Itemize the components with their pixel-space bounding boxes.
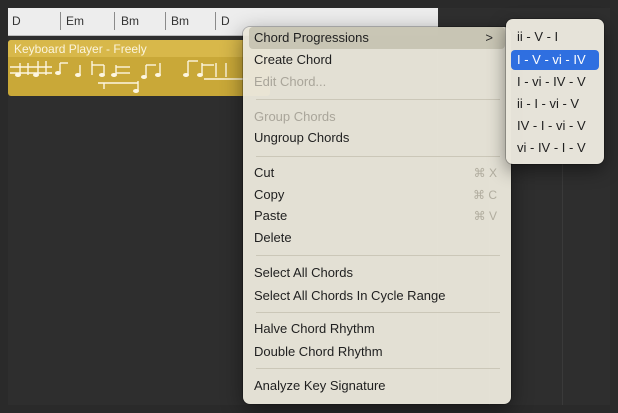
keyboard-region[interactable]: Keyboard Player - Freely <box>8 40 270 96</box>
submenu-item-ii-v-i[interactable]: ii - V - I <box>511 27 599 47</box>
submenu-item-i-vi-iv-v[interactable]: I - vi - IV - V <box>511 72 599 92</box>
menu-separator <box>256 255 500 256</box>
menu-item-label: Select All Chords <box>254 265 353 280</box>
menu-item-label: Paste <box>254 208 288 223</box>
chord-divider <box>114 12 115 30</box>
chord-divider <box>60 12 61 30</box>
menu-item-label: Ungroup Chords <box>254 130 350 145</box>
chord-divider <box>215 12 216 30</box>
chord-label[interactable]: D <box>12 14 21 28</box>
submenu-item-i-v-vi-iv[interactable]: I - V - vi - IV <box>511 50 599 70</box>
menu-separator <box>256 368 500 369</box>
chord-label[interactable]: Bm <box>121 14 139 28</box>
menu-item-label: Copy <box>254 187 285 202</box>
submenu-item-label: vi - IV - I - V <box>517 140 586 155</box>
menu-item-label: Group Chords <box>254 109 336 124</box>
submenu-item-label: I - V - vi - IV <box>517 52 586 67</box>
submenu-item-label: ii - I - vi - V <box>517 96 580 111</box>
chord-label[interactable]: Em <box>66 14 84 28</box>
chord-context-menu: Chord Progressions > Create Chord Edit C… <box>243 27 511 404</box>
region-name: Keyboard Player - Freely <box>14 42 147 56</box>
menu-item-delete[interactable]: Delete <box>249 227 505 249</box>
menu-item-label: Halve Chord Rhythm <box>254 321 375 336</box>
menu-item-label: Edit Chord... <box>254 74 327 89</box>
chevron-right-icon: > <box>485 30 493 45</box>
shortcut-label: ⌘ V <box>473 209 497 223</box>
menu-separator <box>256 99 500 100</box>
chord-progressions-submenu: ii - V - I I - V - vi - IV I - vi - IV -… <box>506 19 604 164</box>
chord-label[interactable]: Bm <box>171 14 189 28</box>
menu-item-select-all-chords-in-cycle-range[interactable]: Select All Chords In Cycle Range <box>249 285 505 307</box>
logic-editor-window: D Em Bm Bm D Keyboard Player - Freely Ch… <box>0 0 618 413</box>
menu-item-label: Analyze Key Signature <box>254 378 386 393</box>
menu-item-create-chord[interactable]: Create Chord <box>249 49 505 71</box>
menu-item-chord-progressions[interactable]: Chord Progressions > <box>249 27 505 49</box>
shortcut-label: ⌘ X <box>473 166 497 180</box>
region-header[interactable]: Keyboard Player - Freely <box>8 40 270 57</box>
menu-item-double-chord-rhythm[interactable]: Double Chord Rhythm <box>249 341 505 363</box>
menu-item-ungroup-chords[interactable]: Ungroup Chords <box>249 127 505 149</box>
chord-divider <box>165 12 166 30</box>
shortcut-label: ⌘ C <box>473 188 497 202</box>
menu-separator <box>256 156 500 157</box>
menu-item-group-chords[interactable]: Group Chords <box>249 106 505 128</box>
menu-item-label: Create Chord <box>254 52 333 67</box>
menu-item-analyze-key-signature[interactable]: Analyze Key Signature <box>249 375 505 397</box>
menu-item-select-all-chords[interactable]: Select All Chords <box>249 262 505 284</box>
submenu-item-vi-iv-i-v[interactable]: vi - IV - I - V <box>511 138 599 158</box>
menu-item-edit-chord[interactable]: Edit Chord... <box>249 71 505 93</box>
notation-icon <box>10 60 248 93</box>
menu-item-label: Select All Chords In Cycle Range <box>254 288 446 303</box>
menu-item-halve-chord-rhythm[interactable]: Halve Chord Rhythm <box>249 318 505 340</box>
menu-item-cut[interactable]: Cut ⌘ X <box>249 162 505 184</box>
submenu-item-label: I - vi - IV - V <box>517 74 586 89</box>
menu-item-label: Chord Progressions <box>254 30 369 45</box>
menu-item-copy[interactable]: Copy ⌘ C <box>249 184 505 206</box>
chord-label[interactable]: D <box>221 14 230 28</box>
menu-item-label: Cut <box>254 165 275 180</box>
menu-item-label: Delete <box>254 230 292 245</box>
menu-separator <box>256 312 500 313</box>
submenu-item-iv-i-vi-v[interactable]: IV - I - vi - V <box>511 116 599 136</box>
submenu-item-ii-i-vi-v[interactable]: ii - I - vi - V <box>511 94 599 114</box>
submenu-item-label: ii - V - I <box>517 29 559 44</box>
menu-item-paste[interactable]: Paste ⌘ V <box>249 205 505 227</box>
submenu-item-label: IV - I - vi - V <box>517 118 586 133</box>
menu-item-label: Double Chord Rhythm <box>254 344 383 359</box>
